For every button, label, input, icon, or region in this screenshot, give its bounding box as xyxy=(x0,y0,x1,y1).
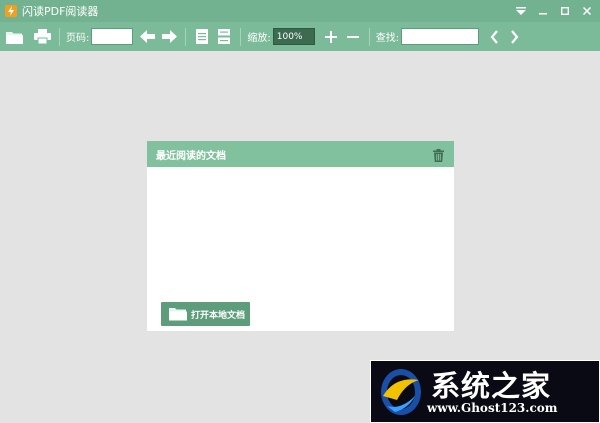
toolbar-divider xyxy=(185,27,187,46)
maximize-button[interactable] xyxy=(558,4,572,18)
toolbar: 页码: 缩放: 100% 查找: xyxy=(0,22,600,51)
toolbar-divider xyxy=(368,27,370,46)
lightning-icon xyxy=(5,5,17,17)
minimize-button[interactable] xyxy=(536,4,550,18)
toolbar-divider xyxy=(240,27,242,46)
search-previous-button[interactable] xyxy=(487,29,501,45)
single-page-button[interactable] xyxy=(194,29,210,45)
print-button[interactable] xyxy=(33,28,51,46)
minus-icon xyxy=(346,35,359,38)
zoom-out-button[interactable] xyxy=(345,29,361,45)
plus-icon xyxy=(324,30,337,43)
search-input[interactable] xyxy=(401,28,480,45)
zoom-input[interactable]: 100% xyxy=(272,28,315,45)
continuous-page-button[interactable] xyxy=(216,29,232,45)
clear-history-button[interactable] xyxy=(433,147,444,166)
chevron-right-icon xyxy=(510,29,519,44)
chevron-left-icon xyxy=(490,29,498,44)
next-page-button[interactable] xyxy=(161,29,177,45)
menu-dropdown-icon[interactable] xyxy=(514,4,528,18)
folder-icon xyxy=(169,308,187,321)
recent-documents-panel: 最近阅读的文档 打开本地文档 xyxy=(147,141,454,331)
search-next-button[interactable] xyxy=(507,29,521,45)
search-label: 查找: xyxy=(375,33,400,44)
close-button[interactable] xyxy=(580,4,594,18)
open-local-document-button[interactable]: 打开本地文档 xyxy=(161,302,250,326)
panel-header: 最近阅读的文档 xyxy=(147,141,454,167)
toolbar-divider xyxy=(59,27,60,46)
arrow-left-icon xyxy=(139,30,155,43)
watermark: 系统之家 www.Ghost123.com xyxy=(370,360,600,423)
watermark-logo-icon xyxy=(381,369,421,415)
folder-icon xyxy=(5,31,23,44)
previous-page-button[interactable] xyxy=(139,29,155,45)
printer-icon xyxy=(33,29,51,44)
watermark-brand: 系统之家 xyxy=(431,369,552,403)
zoom-label: 缩放: xyxy=(247,33,271,44)
app-title: 闪读PDF阅读器 xyxy=(22,5,99,18)
panel-title: 最近阅读的文档 xyxy=(156,150,226,162)
open-button-label: 打开本地文档 xyxy=(191,310,246,321)
open-folder-button[interactable] xyxy=(5,28,23,46)
continuous-page-icon xyxy=(218,29,231,44)
watermark-url: www.Ghost123.com xyxy=(427,401,558,415)
zoom-in-button[interactable] xyxy=(323,29,339,45)
arrow-right-icon xyxy=(161,30,177,43)
trash-icon xyxy=(433,149,444,162)
page-label: 页码: xyxy=(66,33,90,44)
single-page-icon xyxy=(196,29,209,44)
page-input[interactable] xyxy=(91,28,134,45)
title-bar: 闪读PDF阅读器 xyxy=(0,0,600,22)
